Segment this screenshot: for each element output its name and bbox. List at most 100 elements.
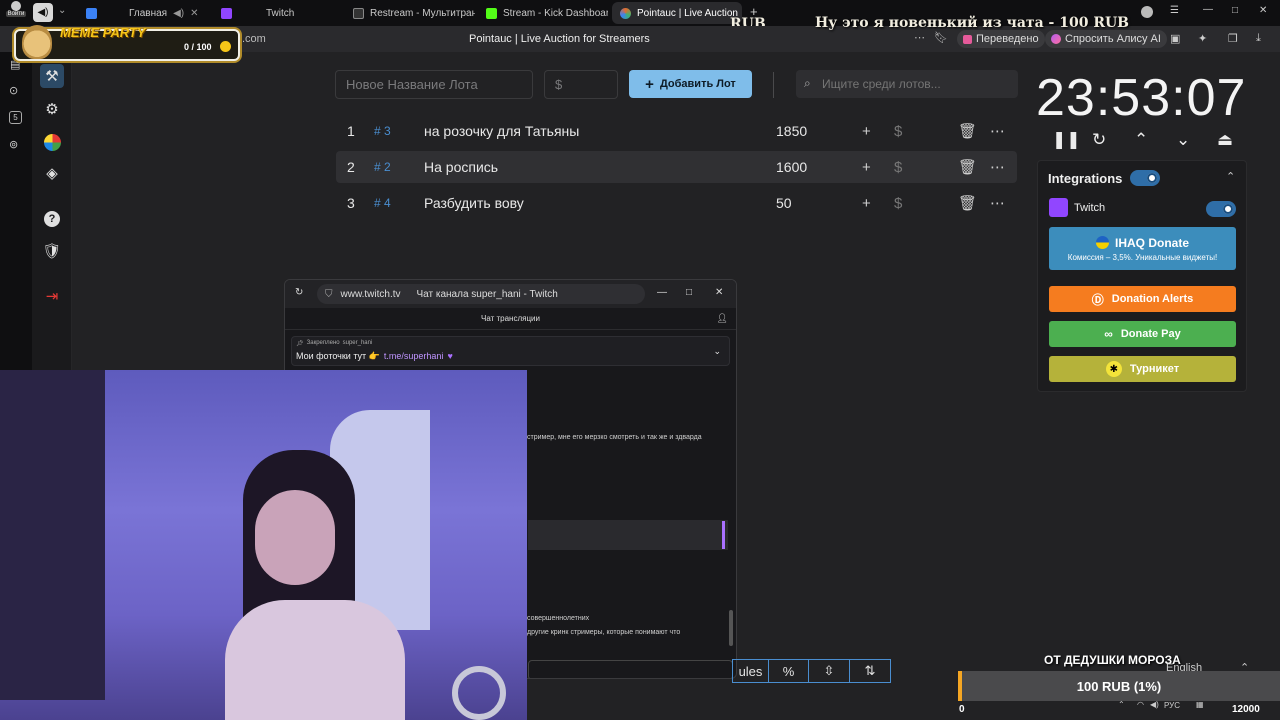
lot-name[interactable]: Разбудить вову	[424, 195, 524, 211]
five-icon[interactable]: 5	[9, 111, 22, 124]
chevron-up-icon[interactable]: ⌃	[1118, 700, 1125, 709]
chevron-down-icon[interactable]: ⌄	[1176, 130, 1190, 150]
trash-icon[interactable]: 🗑︎	[958, 194, 977, 212]
nav-auction[interactable]: ⚒	[40, 64, 64, 88]
search-box[interactable]: ⌕	[796, 70, 1018, 98]
lot-row[interactable]: 1 # 3 на розочку для Татьяны 1850 + $ 🗑︎…	[336, 115, 1017, 147]
reload-icon[interactable]: ↻	[295, 287, 303, 298]
goal-end: 12000	[1232, 704, 1260, 715]
nav-logout[interactable]: ⇥	[40, 284, 64, 308]
page-title: Pointauc | Live Auction for Streamers	[469, 33, 650, 45]
dollar-icon[interactable]: $	[894, 159, 902, 176]
donate-pay-button[interactable]: ∞ Donate Pay	[1049, 321, 1236, 347]
notifications-icon[interactable]: ▦	[1196, 700, 1204, 709]
integrations-panel: Integrations ⌃ Twitch IHAQ Donate Комисс…	[1037, 160, 1247, 392]
restart-icon[interactable]: ↻	[1092, 130, 1106, 150]
extension-icon[interactable]: ▣	[1170, 32, 1180, 45]
lot-row[interactable]: 2 # 2 На роспись 1600 + $ 🗑︎ ⋯	[336, 151, 1017, 183]
nav-wheel[interactable]	[40, 130, 64, 154]
twitch-toggle[interactable]	[1206, 201, 1236, 217]
eject-icon[interactable]: ⏏	[1217, 130, 1233, 150]
close-window-icon[interactable]: ✕	[1259, 5, 1267, 16]
tab-pointauc[interactable]: Pointauc | Live Auction ✕	[612, 2, 742, 24]
translate-button[interactable]: Переведено	[957, 30, 1045, 48]
chevron-up-icon[interactable]: ⌃	[1134, 130, 1148, 150]
pause-icon[interactable]: ❚❚	[1052, 130, 1081, 150]
lot-amount[interactable]: 1850	[776, 123, 807, 139]
donation-alerts-button[interactable]: Ⓓ Donation Alerts	[1049, 286, 1236, 312]
tab-label: Главная	[129, 7, 168, 19]
percent-button[interactable]: %	[768, 659, 809, 683]
split-button[interactable]: ⇳	[809, 659, 850, 683]
trash-icon[interactable]: 🗑︎	[958, 122, 977, 140]
tray-language[interactable]: РУС	[1164, 701, 1180, 710]
add-lot-button[interactable]: + Добавить Лот	[629, 70, 752, 98]
more-icon[interactable]: ⋯	[990, 158, 1005, 176]
dollar-icon[interactable]: $	[894, 123, 902, 140]
more-icon[interactable]: ⋯	[990, 122, 1005, 140]
lot-row[interactable]: 3 # 4 Разбудить вову 50 + $ 🗑︎ ⋯	[336, 187, 1017, 219]
lot-name[interactable]: На роспись	[424, 159, 498, 175]
puzzle-icon[interactable]: ✦	[1198, 32, 1207, 45]
minimize-icon[interactable]: —	[657, 287, 667, 298]
speaker-icon[interactable]: ◀)	[1150, 700, 1159, 709]
menu-icon[interactable]: ☰	[1170, 5, 1179, 16]
maximize-icon[interactable]: □	[686, 287, 692, 298]
rules-button[interactable]: ules	[732, 659, 768, 683]
close-icon[interactable]: ✕	[715, 287, 723, 298]
nav-settings[interactable]: ⚙	[40, 97, 64, 121]
url-fragment[interactable]: .com	[242, 33, 266, 45]
more-options-icon[interactable]: ⋯	[914, 31, 925, 44]
lot-name[interactable]: на розочку для Татьяны	[424, 123, 579, 139]
tab-twitch[interactable]: Twitch	[213, 2, 333, 24]
add-amount-icon[interactable]: +	[862, 159, 871, 176]
amount-input[interactable]	[544, 70, 618, 99]
pinned-label: Закреплено	[306, 340, 340, 346]
lot-name-input[interactable]	[335, 70, 533, 99]
play-icon[interactable]: ⊙	[9, 84, 18, 97]
lot-amount[interactable]: 1600	[776, 159, 807, 175]
chevron-down-icon[interactable]: ⌄	[713, 346, 721, 357]
bookmark-icon[interactable]: 🔖︎	[934, 31, 948, 44]
turniket-button[interactable]: ✱ Турникет	[1049, 356, 1236, 382]
sort-button[interactable]: ⇅	[850, 659, 891, 683]
close-icon[interactable]: ✕	[190, 8, 198, 19]
popup-titlebar: ↻ ⛉ www.twitch.tv Чат канала super_hani …	[285, 280, 736, 308]
lot-amount[interactable]: 50	[776, 195, 792, 211]
tab-list-chevron-icon[interactable]: ⌄	[58, 5, 66, 16]
wifi-icon[interactable]: ◠	[1137, 700, 1144, 709]
profile-button[interactable]: Войти	[4, 1, 28, 23]
pinned-user: super_hani	[342, 340, 373, 346]
sound-button[interactable]: ◀)	[33, 3, 53, 22]
users-icon[interactable]: 👤︎	[717, 313, 728, 324]
twitch-label: Twitch	[1074, 202, 1106, 214]
add-amount-icon[interactable]: +	[862, 123, 871, 140]
search-input[interactable]	[822, 74, 1012, 94]
popup-url-bar[interactable]: ⛉ www.twitch.tv Чат канала super_hani - …	[317, 284, 645, 304]
nav-help[interactable]: ?	[40, 207, 64, 231]
tab-kick[interactable]: Stream - Kick Dashboard	[478, 2, 608, 24]
trash-icon[interactable]: 🗑︎	[958, 158, 977, 176]
download-icon[interactable]: ⤓	[1256, 32, 1261, 45]
dollar-icon[interactable]: $	[894, 195, 902, 212]
nav-shield[interactable]: 🛡︎	[40, 239, 64, 263]
pinned-message[interactable]: 📌︎ Закреплено super_hani Мои фоточки тут…	[291, 336, 730, 366]
ihaq-donate-button[interactable]: IHAQ Donate Комиссия – 3,5%. Уникальные …	[1049, 227, 1236, 270]
integrations-toggle[interactable]	[1130, 170, 1160, 186]
more-icon[interactable]: ⋯	[990, 194, 1005, 212]
pinned-link[interactable]: t.me/superhani	[384, 351, 444, 362]
collections-icon[interactable]: ❐	[1228, 32, 1238, 45]
tab-home[interactable]: Главная ◀) ✕	[78, 2, 200, 24]
chevron-up-icon[interactable]: ⌃	[1226, 170, 1235, 183]
maximize-icon[interactable]: □	[1232, 5, 1238, 16]
minimize-icon[interactable]: —	[1203, 4, 1213, 15]
pinned-text: Мои фоточки тут 👉	[296, 351, 380, 361]
chat-input[interactable]	[528, 660, 733, 678]
nav-layers[interactable]: ◈	[40, 161, 64, 185]
chat-scrollbar[interactable]	[729, 610, 733, 646]
avatar[interactable]	[1141, 6, 1153, 18]
settings-icon[interactable]: ⊚	[9, 138, 18, 151]
ask-alice-button[interactable]: Спросить Алису AI	[1045, 30, 1167, 48]
tab-restream[interactable]: Restream - Мультитрансл	[345, 2, 475, 24]
add-amount-icon[interactable]: +	[862, 195, 871, 212]
